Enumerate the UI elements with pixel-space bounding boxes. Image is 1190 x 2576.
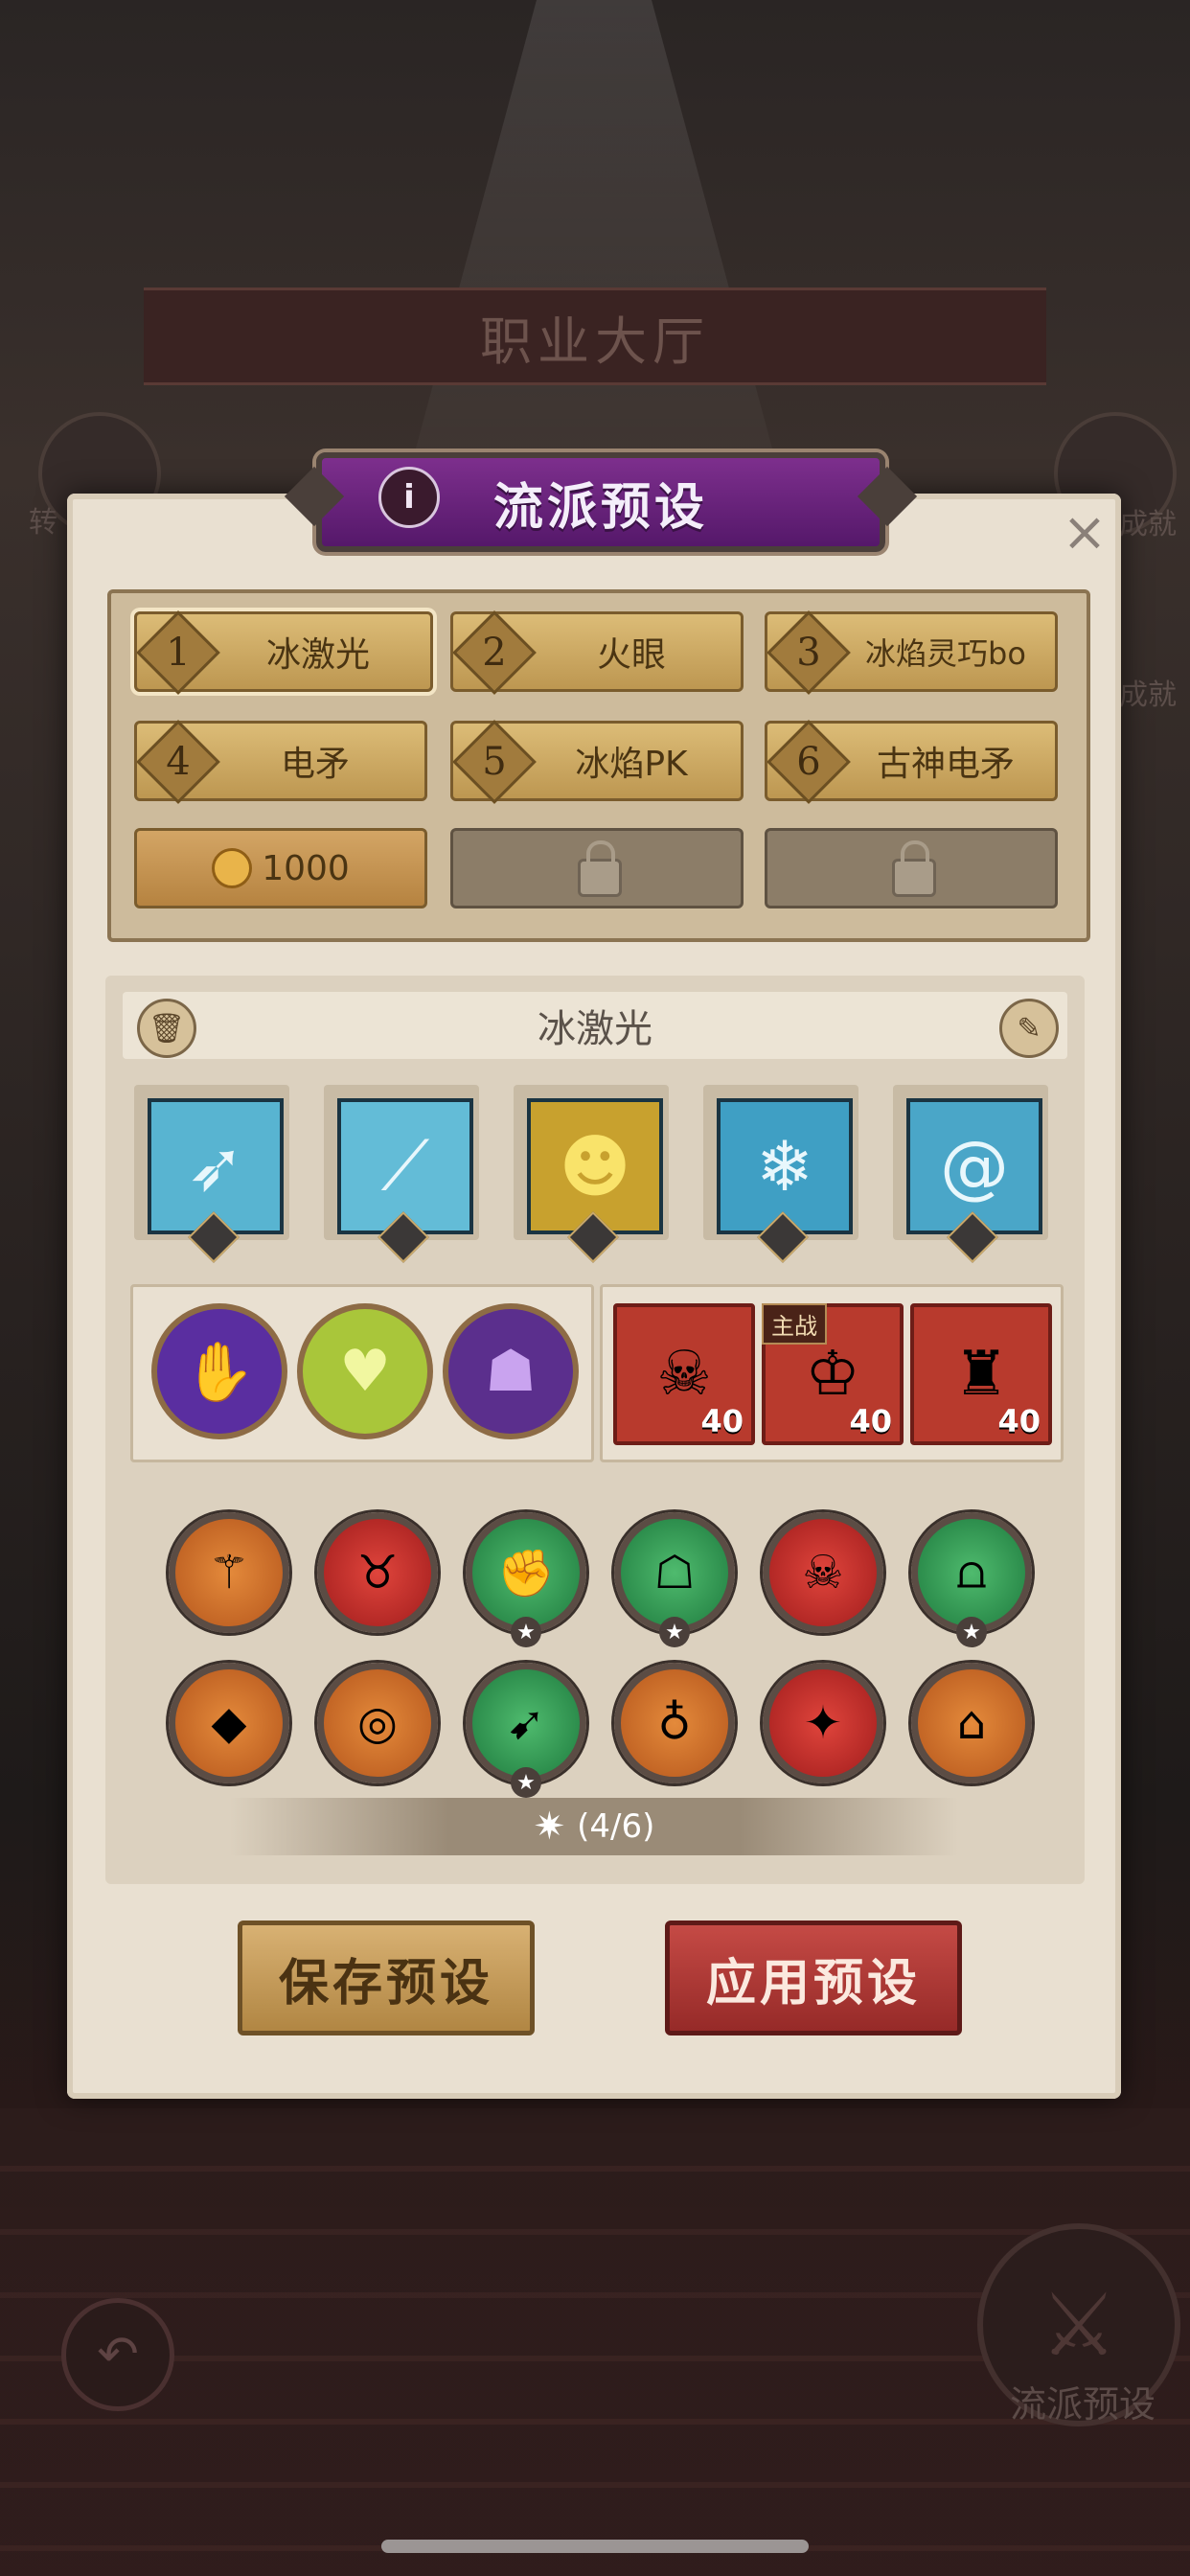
amulet-icon[interactable]: ♁	[614, 1663, 735, 1783]
skill-slot-5[interactable]: @	[893, 1085, 1048, 1263]
preset-name-bar: 冰激光	[123, 992, 1067, 1059]
home-indicator[interactable]	[381, 2540, 809, 2553]
apply-preset-button[interactable]: 应用预设	[665, 1920, 962, 2036]
preset-corner-label: 流派预设	[1009, 2383, 1156, 2426]
preset-slot-2[interactable]: 2 火眼	[450, 610, 744, 695]
save-preset-button[interactable]: 保存预设	[238, 1920, 535, 2036]
crystal-icon[interactable]: ◆	[169, 1663, 289, 1783]
locked-slot[interactable]	[765, 828, 1058, 908]
pencil-icon[interactable]: ✎	[999, 999, 1059, 1058]
boot-icon[interactable]: ⌂	[911, 1663, 1032, 1783]
hall-title: 职业大厅	[144, 288, 1046, 385]
preset-name: 冰激光	[538, 1007, 652, 1051]
close-icon[interactable]: ×	[1062, 506, 1108, 560]
cloak-icon[interactable]: ☖ ★	[614, 1512, 735, 1647]
slot-number: 1	[166, 631, 191, 675]
set-bonus-bar: ✷ (4/6)	[230, 1798, 958, 1855]
crossbow-icon[interactable]: ➹ ★	[466, 1663, 586, 1798]
preset-slot-3[interactable]: 3 冰焰灵巧bo	[765, 610, 1058, 695]
slot-number: 6	[796, 740, 821, 784]
slot-name: 电矛	[280, 745, 350, 784]
transfer-label: 转	[29, 506, 57, 540]
modal-title: 流派预设	[492, 478, 708, 537]
gauntlet-icon[interactable]: ✊ ★	[466, 1512, 586, 1647]
purple-hand-icon[interactable]: ✋	[151, 1303, 287, 1439]
star-icon: ★	[659, 1617, 690, 1647]
locked-slot[interactable]	[450, 828, 744, 908]
skill-slot-3[interactable]: ☻	[514, 1085, 669, 1263]
slot-name: 冰激光	[265, 635, 370, 675]
achievement-label-2: 成就	[1119, 678, 1177, 712]
achievement-label: 成就	[1119, 508, 1177, 541]
star-icon: ★	[956, 1617, 987, 1647]
hero-slot-2[interactable]: ♔ 主战 40	[762, 1303, 904, 1445]
set-bonus-count: (4/6)	[577, 1807, 655, 1846]
coin-icon	[212, 848, 253, 888]
back-button[interactable]: ↶	[61, 2298, 174, 2411]
slot-name: 火眼	[596, 635, 666, 675]
dark-king-hero-icon: ♔	[805, 1339, 860, 1410]
white-mask-hero-icon: ☠	[656, 1339, 712, 1410]
pants-icon[interactable]: ⩍ ★	[911, 1512, 1032, 1647]
light-beam	[402, 0, 786, 498]
slot-number: 3	[796, 631, 821, 675]
purple-knight-hero-icon: ♜	[953, 1339, 1009, 1410]
slot-name: 冰焰灵巧bo	[865, 635, 1026, 672]
preset-slot-5[interactable]: 5 冰焰PK	[450, 720, 744, 804]
skill-slot-2[interactable]: ⟋	[324, 1085, 479, 1263]
slot-number: 2	[482, 631, 507, 675]
unlock-cost-value: 1000	[262, 848, 350, 888]
star-gem-icon[interactable]: ✦	[763, 1663, 883, 1783]
skill-slot-1[interactable]: ➶	[134, 1085, 289, 1263]
star-icon: ✷	[533, 1805, 566, 1849]
skill-slot-4[interactable]: ❄	[703, 1085, 858, 1263]
skull-mask-icon[interactable]: ☠	[763, 1512, 883, 1633]
slot-number: 4	[166, 740, 191, 784]
hero-slot-3[interactable]: ♜ 40	[910, 1303, 1052, 1445]
lock-icon	[578, 840, 622, 897]
horned-helm-icon[interactable]: ♉	[317, 1512, 438, 1633]
slot-number: 5	[482, 740, 507, 784]
star-icon: ★	[511, 1617, 541, 1647]
hero-slot-1[interactable]: ☠ 40	[613, 1303, 755, 1445]
hooded-figure-icon[interactable]: ☗	[443, 1303, 579, 1439]
hero-level: 40	[997, 1403, 1041, 1439]
hero-level: 40	[849, 1403, 892, 1439]
hero-level: 40	[700, 1403, 744, 1439]
ring-icon[interactable]: ◎	[317, 1663, 438, 1783]
preset-slot-1[interactable]: 1 冰激光	[134, 610, 433, 695]
info-icon[interactable]: i	[378, 467, 440, 528]
trash-icon[interactable]: 🗑	[137, 999, 196, 1058]
lock-icon	[892, 840, 936, 897]
preset-slot-6[interactable]: 6 古神电矛	[765, 720, 1058, 804]
unlock-slot-button[interactable]: 1000	[134, 828, 427, 908]
slot-name: 冰焰PK	[575, 745, 688, 784]
staff-icon[interactable]: ⚚	[169, 1512, 289, 1633]
main-hero-tag: 主战	[762, 1303, 827, 1345]
star-icon: ★	[511, 1767, 541, 1798]
green-heart-icon[interactable]: ♥	[297, 1303, 433, 1439]
preset-slot-4[interactable]: 4 电矛	[134, 720, 427, 804]
slot-name: 古神电矛	[876, 745, 1015, 784]
unlock-cost: 1000	[137, 848, 424, 888]
